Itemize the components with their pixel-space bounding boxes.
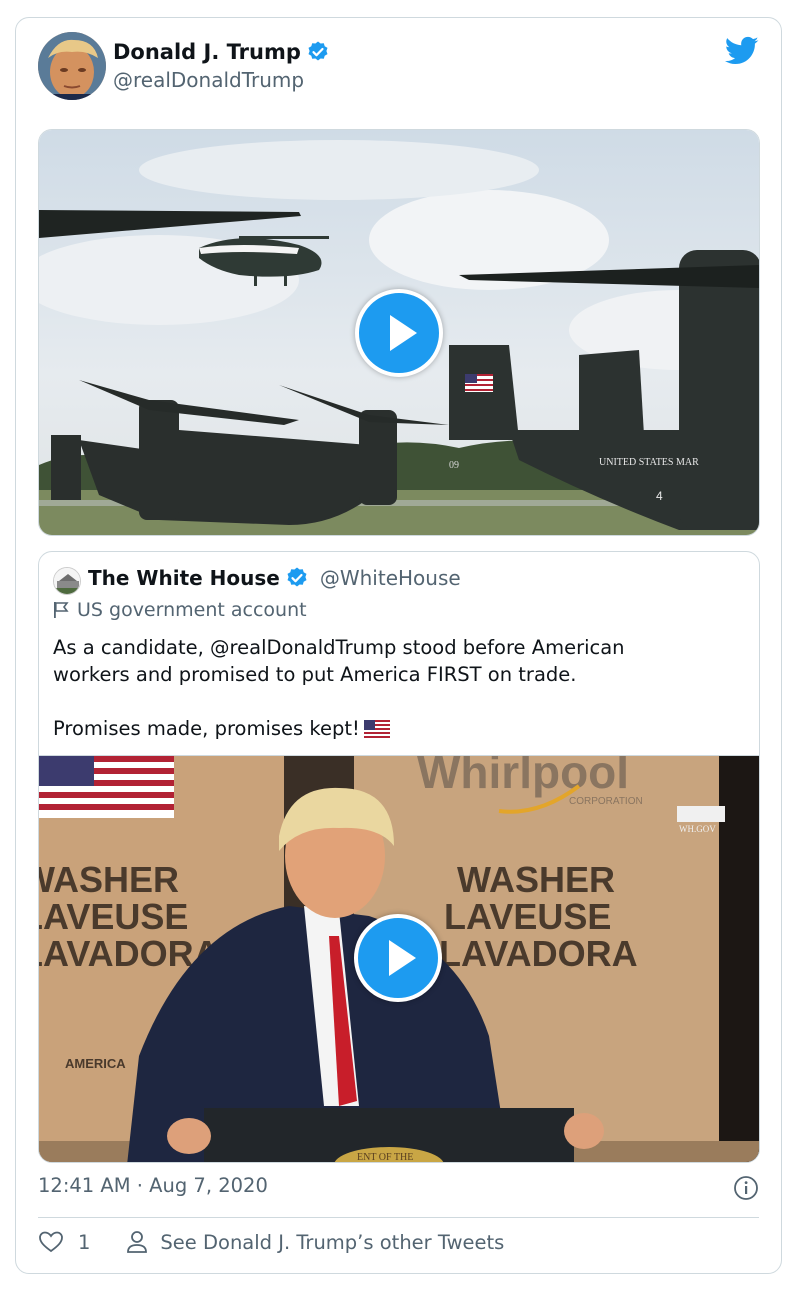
quoted-video[interactable]: Whirlpool CORPORATION WASHER LAVEUSE LAV… bbox=[39, 755, 759, 1163]
like-button[interactable]: 1 bbox=[38, 1230, 90, 1254]
podium-seal: ENT OF THE bbox=[357, 1152, 413, 1163]
us-flag-emoji bbox=[363, 720, 390, 738]
twitter-bird-icon[interactable] bbox=[725, 36, 759, 66]
other-tweets-text: See Donald J. Trump’s other Tweets bbox=[160, 1230, 505, 1254]
quoted-author[interactable]: The White House @WhiteHouse bbox=[88, 566, 461, 590]
right-washer: WASHER bbox=[457, 859, 615, 900]
quoted-author-name: The White House bbox=[88, 566, 280, 590]
left-washer: WASHER bbox=[39, 859, 179, 900]
like-count: 1 bbox=[78, 1230, 91, 1254]
right-laveuse: LAVEUSE bbox=[444, 896, 611, 937]
whirlpool-sub: CORPORATION bbox=[569, 796, 643, 807]
wh-watermark: WH.GOV bbox=[679, 824, 716, 834]
government-label-text: US government account bbox=[77, 599, 307, 621]
quoted-author-handle: @WhiteHouse bbox=[319, 566, 461, 590]
quoted-text-line3: Promises made, promises kept! bbox=[53, 717, 360, 740]
verified-badge-icon bbox=[287, 567, 307, 587]
quoted-tweet[interactable]: The White House @WhiteHouse US governmen… bbox=[38, 551, 760, 1163]
flag-icon bbox=[54, 602, 69, 618]
divider bbox=[38, 1217, 759, 1218]
right-lavadora: LAVADORA bbox=[439, 933, 638, 974]
verified-badge-icon bbox=[308, 41, 328, 61]
whirlpool-brand: Whirlpool bbox=[417, 756, 629, 798]
heart-icon bbox=[39, 1231, 63, 1253]
government-label: US government account bbox=[53, 599, 307, 621]
left-laveuse: LAVEUSE bbox=[39, 896, 188, 937]
tweet-timestamp[interactable]: 12:41 AM · Aug 7, 2020 bbox=[38, 1174, 268, 1197]
quoted-text-line2: workers and promised to put America FIRS… bbox=[53, 663, 577, 686]
other-tweets-link[interactable]: See Donald J. Trump’s other Tweets bbox=[126, 1230, 504, 1254]
author-name-text: Donald J. Trump bbox=[113, 40, 301, 64]
tail-text: UNITED STATES MAR bbox=[599, 457, 699, 468]
play-icon bbox=[390, 315, 417, 351]
main-video[interactable]: 09 UNITED STATES MAR 4 bbox=[38, 129, 760, 536]
tweet-actions: 1 See Donald J. Trump’s other Tweets bbox=[38, 1230, 504, 1254]
tweet-card: Donald J. Trump @realDonaldTrump 09 UNIT… bbox=[15, 17, 782, 1274]
author-handle[interactable]: @realDonaldTrump bbox=[113, 68, 304, 92]
author-name[interactable]: Donald J. Trump bbox=[113, 40, 330, 64]
quoted-text-line1: As a candidate, @realDonaldTrump stood b… bbox=[53, 636, 625, 659]
quoted-tweet-text: As a candidate, @realDonaldTrump stood b… bbox=[53, 634, 743, 742]
avatar[interactable] bbox=[38, 32, 106, 100]
quoted-text-line3-wrap: Promises made, promises kept! bbox=[53, 715, 743, 742]
america-label: AMERICA bbox=[65, 1056, 126, 1071]
info-icon[interactable] bbox=[733, 1175, 759, 1201]
nose-number: 4 bbox=[656, 489, 663, 503]
tail-number: 09 bbox=[449, 460, 459, 471]
person-icon bbox=[127, 1231, 148, 1253]
play-button[interactable] bbox=[354, 914, 442, 1002]
quoted-avatar[interactable] bbox=[53, 567, 81, 595]
play-button[interactable] bbox=[355, 289, 443, 377]
play-icon bbox=[389, 940, 416, 976]
